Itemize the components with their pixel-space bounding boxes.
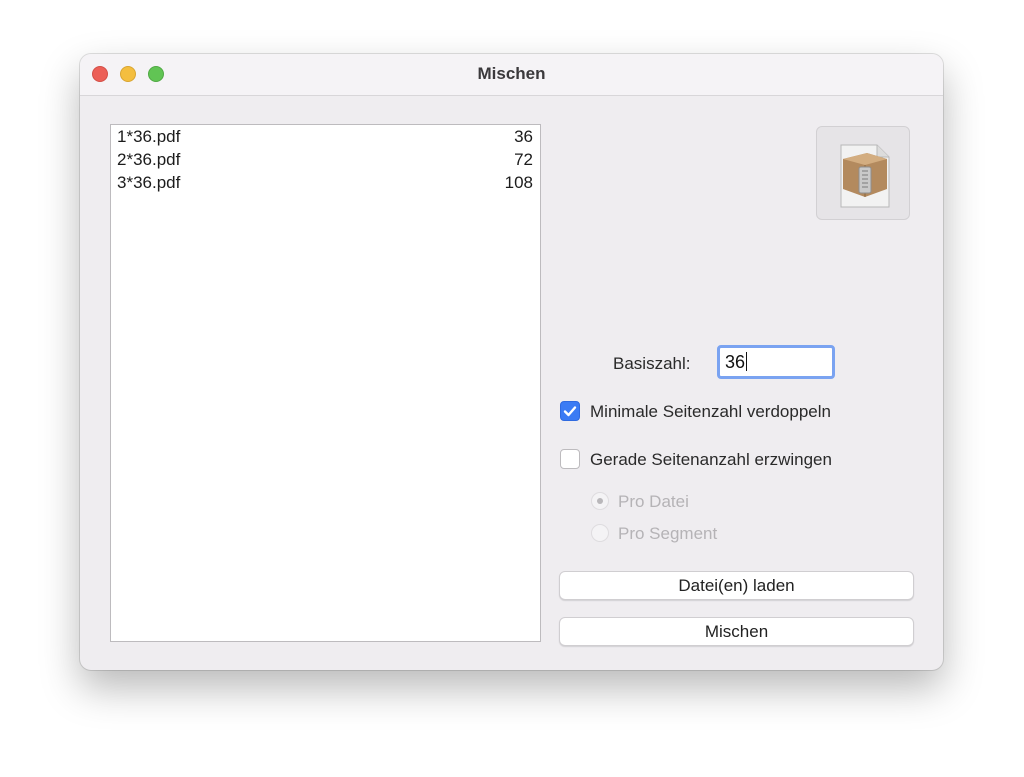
title-bar: Mischen [80, 54, 943, 96]
basiszahl-value: 36 [725, 352, 746, 372]
force-even-pages-label[interactable]: Gerade Seitenanzahl erzwingen [590, 450, 832, 470]
pro-segment-radio[interactable] [591, 524, 609, 542]
double-min-pages-checkbox[interactable] [560, 401, 580, 421]
file-name: 1*36.pdf [117, 127, 181, 146]
checkmark-icon [563, 406, 577, 417]
merge-button[interactable]: Mischen [559, 617, 914, 646]
archive-utility-icon [840, 144, 890, 208]
text-caret [746, 352, 748, 371]
file-row[interactable]: 3*36.pdf 108 [117, 171, 533, 194]
pro-segment-label[interactable]: Pro Segment [618, 524, 717, 544]
force-even-pages-checkbox[interactable] [560, 449, 580, 469]
double-min-pages-label[interactable]: Minimale Seitenzahl verdoppeln [590, 402, 831, 422]
pro-datei-label[interactable]: Pro Datei [618, 492, 689, 512]
file-name: 3*36.pdf [117, 173, 181, 192]
file-page-count: 36 [514, 127, 533, 146]
file-page-count: 108 [504, 173, 533, 192]
mischen-window: Mischen 1*36.pdf 36 2*36.pdf 72 3*36.pdf… [80, 54, 943, 670]
load-files-button[interactable]: Datei(en) laden [559, 571, 914, 600]
file-list[interactable]: 1*36.pdf 36 2*36.pdf 72 3*36.pdf 108 [110, 124, 541, 642]
file-page-count: 72 [514, 150, 533, 169]
app-icon-well [816, 126, 910, 220]
file-row[interactable]: 1*36.pdf 36 [117, 125, 533, 148]
pro-datei-radio[interactable] [591, 492, 609, 510]
file-row[interactable]: 2*36.pdf 72 [117, 148, 533, 171]
window-title: Mischen [477, 64, 546, 83]
basiszahl-label: Basiszahl: [613, 354, 691, 373]
file-name: 2*36.pdf [117, 150, 181, 169]
basiszahl-input[interactable]: 36 [717, 345, 835, 379]
radio-selected-dot [597, 498, 603, 504]
